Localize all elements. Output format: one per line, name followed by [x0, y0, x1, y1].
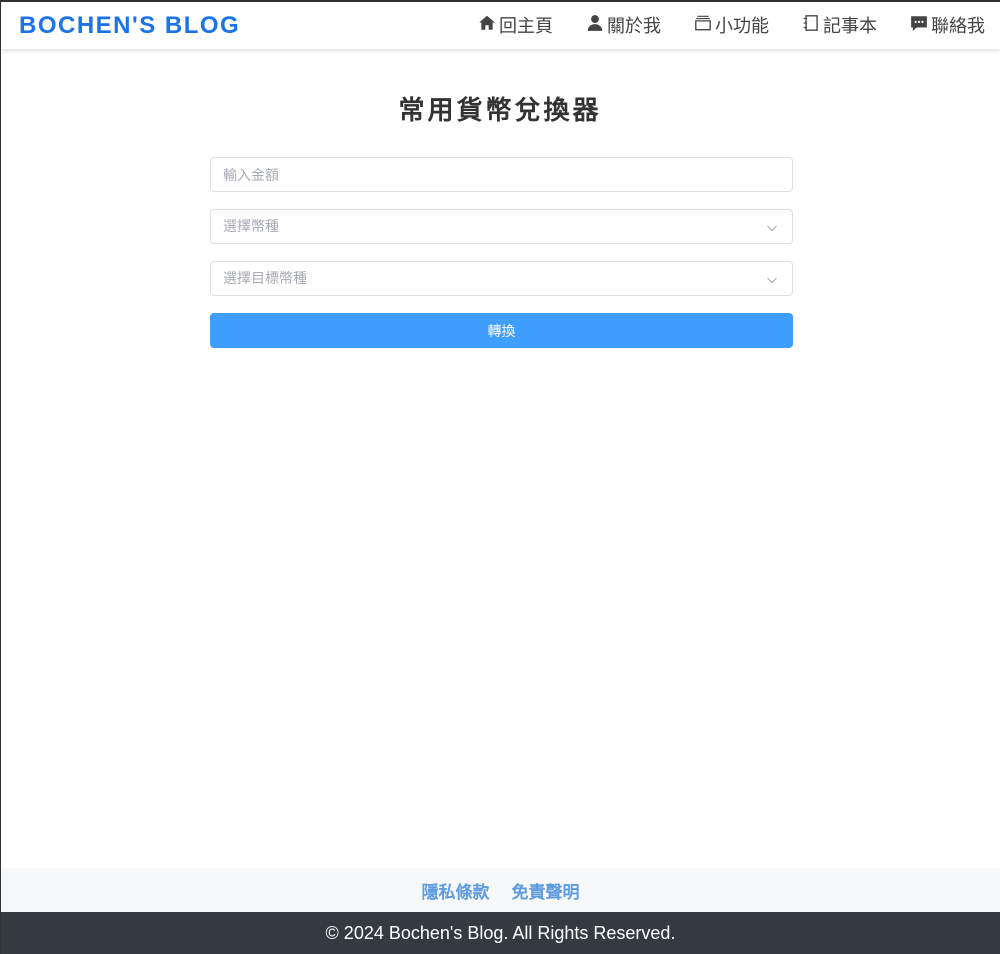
- home-icon: [478, 14, 496, 37]
- disclaimer-link[interactable]: 免責聲明: [512, 878, 580, 903]
- footer-links: 隱私條款 免責聲明: [1, 868, 1000, 912]
- chevron-down-icon: [766, 273, 778, 285]
- nav-item-notebook[interactable]: 記事本: [802, 12, 877, 38]
- from-currency-select[interactable]: 選擇幣種: [210, 209, 793, 244]
- nav-item-label: 關於我: [607, 16, 661, 36]
- to-currency-select[interactable]: 選擇目標幣種: [210, 261, 793, 296]
- page-frame: [0, 0, 1000, 954]
- nav-item-label: 聯絡我: [931, 16, 985, 36]
- currency-form: 選擇幣種 選擇目標幣種 轉換: [210, 157, 793, 348]
- nav-item-label: 回主頁: [499, 16, 553, 36]
- tools-icon: [694, 14, 712, 37]
- copyright-text: © 2024 Bochen's Blog. All Rights Reserve…: [325, 922, 676, 943]
- amount-field: [210, 157, 793, 192]
- notebook-icon: [802, 14, 820, 37]
- navbar: BOCHEN'S BLOG 回主頁 關於我 小功能 記事本 聯絡我: [1, 2, 1000, 49]
- nav-item-label: 記事本: [823, 16, 877, 36]
- nav-item-about[interactable]: 關於我: [586, 12, 661, 38]
- user-icon: [586, 14, 604, 37]
- amount-input[interactable]: [211, 158, 792, 191]
- to-currency-placeholder: 選擇目標幣種: [223, 270, 307, 286]
- nav-item-label: 小功能: [715, 16, 769, 36]
- chat-icon: [910, 14, 928, 37]
- from-currency-placeholder: 選擇幣種: [223, 218, 279, 234]
- chevron-down-icon: [766, 221, 778, 233]
- page-title: 常用貨幣兌換器: [398, 96, 602, 126]
- nav-item-home[interactable]: 回主頁: [478, 12, 553, 38]
- main-nav: 回主頁 關於我 小功能 記事本 聯絡我: [478, 12, 985, 38]
- copyright-bar: © 2024 Bochen's Blog. All Rights Reserve…: [1, 912, 1000, 954]
- privacy-policy-link[interactable]: 隱私條款: [422, 878, 490, 903]
- brand-logo-link[interactable]: BOCHEN'S BLOG: [19, 12, 240, 40]
- nav-item-contact[interactable]: 聯絡我: [910, 12, 985, 38]
- nav-item-tools[interactable]: 小功能: [694, 12, 769, 38]
- convert-button[interactable]: 轉換: [210, 313, 793, 348]
